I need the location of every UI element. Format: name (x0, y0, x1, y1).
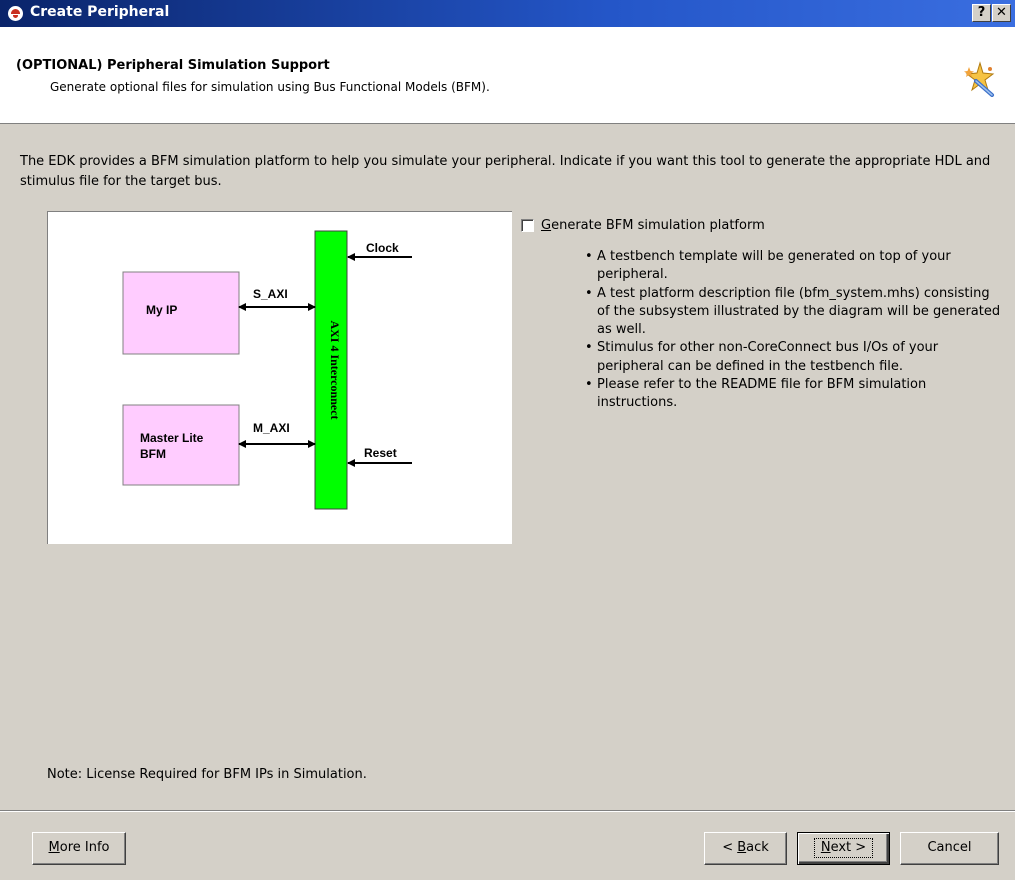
list-item: Please refer to the README file for BFM … (585, 376, 1005, 413)
generate-bfm-checkbox[interactable] (521, 219, 534, 232)
create-peripheral-dialog: Create Peripheral ? ✕ (OPTIONAL) Periphe… (0, 0, 1015, 880)
close-button[interactable]: ✕ (992, 4, 1011, 22)
interconnect-label: AXI 4 Interconnect (328, 320, 342, 419)
wand-icon (964, 61, 995, 97)
clock-label: Clock (366, 241, 399, 255)
page-title: (OPTIONAL) Peripheral Simulation Support (16, 58, 330, 73)
generate-bfm-label[interactable]: Generate BFM simulation platform (541, 218, 765, 233)
list-item: Stimulus for other non-CoreConnect bus I… (585, 339, 1005, 376)
cancel-button[interactable]: Cancel (900, 832, 999, 865)
my-ip-label: My IP (146, 303, 177, 317)
my-ip-block (122, 271, 240, 355)
list-item: A test platform description file (bfm_sy… (585, 285, 1005, 340)
window-title: Create Peripheral (30, 4, 170, 20)
footer-divider-highlight (0, 811, 1015, 812)
m-axi-label: M_AXI (253, 421, 290, 435)
more-info-button[interactable]: More Info (32, 832, 126, 865)
master-lite-bfm-block (122, 404, 240, 486)
title-bar[interactable]: Create Peripheral ? ✕ (0, 0, 1015, 27)
bfm-diagram: My IP Master Lite BFM S_AXI M_AXI Clock … (47, 211, 512, 544)
bfm-label: BFM (140, 447, 166, 461)
page-subtitle: Generate optional files for simulation u… (50, 80, 490, 94)
intro-text: The EDK provides a BFM simulation platfo… (20, 154, 991, 189)
bfm-info-list: A testbench template will be generated o… (585, 248, 1005, 413)
app-icon (8, 6, 23, 21)
reset-label: Reset (364, 446, 397, 460)
list-item: A testbench template will be generated o… (585, 248, 1005, 285)
help-button[interactable]: ? (972, 4, 991, 22)
license-note: Note: License Required for BFM IPs in Si… (47, 767, 367, 782)
master-lite-label: Master Lite (140, 431, 204, 445)
wizard-header: (OPTIONAL) Peripheral Simulation Support… (0, 27, 1015, 124)
s-axi-label: S_AXI (253, 287, 288, 301)
back-button[interactable]: < Back (704, 832, 787, 865)
next-button[interactable]: Next > (797, 832, 890, 865)
generate-bfm-checkbox-row[interactable]: Generate BFM simulation platform (521, 218, 765, 233)
